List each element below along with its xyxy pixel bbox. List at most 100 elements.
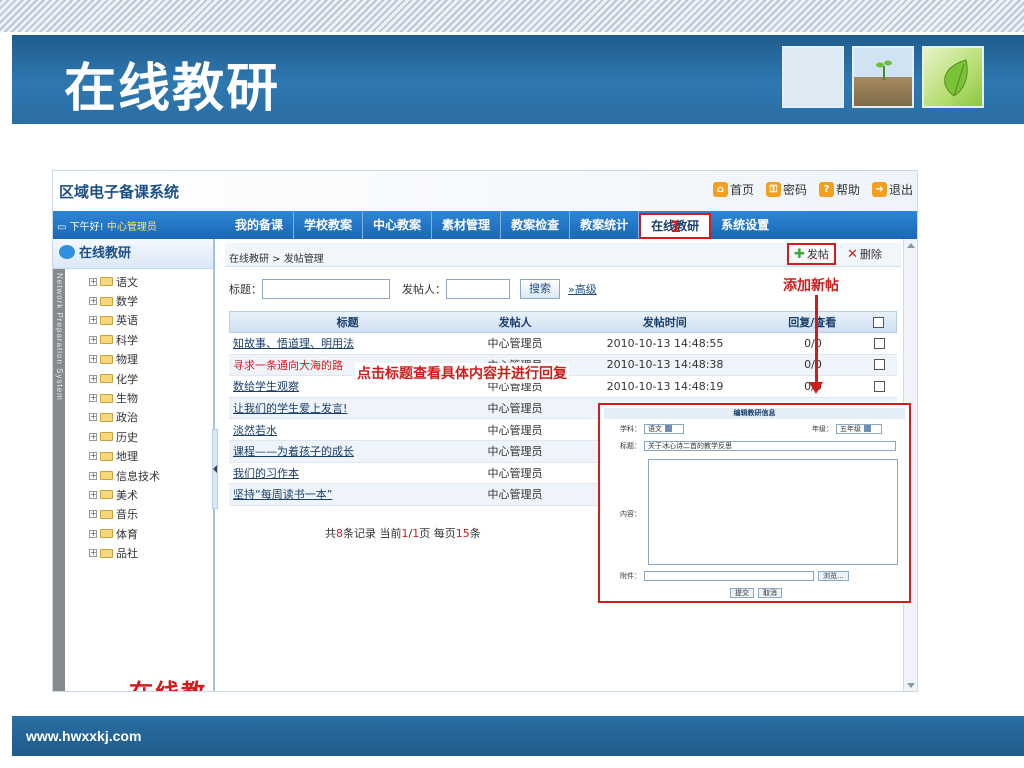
header-time: 发帖时间 xyxy=(642,316,687,329)
title-search-input[interactable] xyxy=(262,279,390,299)
scroll-up-icon[interactable] xyxy=(907,243,915,248)
menu-item-center-plans[interactable]: 中心教案 xyxy=(363,211,433,239)
slide-title-bar: 在线教研 xyxy=(12,32,1024,124)
tree-item-subject[interactable]: + 信息技术 xyxy=(89,466,160,485)
row-checkbox[interactable] xyxy=(873,380,885,392)
slide-footer: www.hwxxkj.com xyxy=(12,716,1024,756)
expand-icon: + xyxy=(89,451,97,461)
popup-browse-button[interactable]: 浏览... xyxy=(818,571,849,581)
header-hatch-band xyxy=(0,0,1024,32)
popup-submit-button[interactable]: 提交 xyxy=(730,588,754,598)
row-checkbox[interactable] xyxy=(873,359,885,371)
expand-icon: + xyxy=(89,470,97,480)
delete-button[interactable]: ✕ 删除 xyxy=(843,245,886,263)
help-link[interactable]: ? 帮助 xyxy=(818,181,860,198)
scroll-down-icon[interactable] xyxy=(907,683,915,688)
row-checkbox[interactable] xyxy=(873,337,885,349)
tree-item-subject[interactable]: + 数学 xyxy=(89,291,160,310)
exit-link-label: 退出 xyxy=(888,183,913,197)
subject-label: 音乐 xyxy=(116,508,138,522)
popup-title-label: 标题： xyxy=(620,442,641,450)
menu-item-plan-stats[interactable]: 教案统计 xyxy=(570,211,640,239)
post-button[interactable]: ✚ 发帖 xyxy=(787,243,836,265)
key-icon: ⚿ xyxy=(765,182,781,197)
search-button[interactable]: 搜索 xyxy=(520,279,560,299)
folder-icon xyxy=(100,509,113,519)
post-reply-count: 0/0 xyxy=(804,358,822,372)
popup-attach-row: 附件： 浏览... xyxy=(604,571,849,581)
subject-label: 信息技术 xyxy=(116,469,160,483)
tree-item-subject[interactable]: + 历史 xyxy=(89,427,160,446)
menu-item-school-plans[interactable]: 学校教案 xyxy=(294,211,364,239)
dropdown-arrow-icon xyxy=(864,425,871,432)
post-poster: 中心管理员 xyxy=(487,423,543,437)
exit-link[interactable]: ➜ 退出 xyxy=(871,181,913,198)
popup-content-textarea[interactable] xyxy=(648,459,898,565)
tree-item-subject[interactable]: + 语文 xyxy=(89,272,160,291)
poster-search-input[interactable] xyxy=(446,279,510,299)
popup-attach-input[interactable] xyxy=(644,571,814,581)
pager-per-page: 15 xyxy=(455,527,470,540)
tree-item-subject[interactable]: + 生物 xyxy=(89,388,160,407)
post-poster: 中心管理员 xyxy=(487,402,543,416)
post-title-link[interactable]: 知故事、悟道理、明用法 xyxy=(233,335,354,351)
menu-item-my-lessons[interactable]: 我的备课 xyxy=(225,211,295,239)
popup-title-input[interactable]: 关于冰心诗二首的教学反思 xyxy=(644,441,896,451)
tree-item-subject[interactable]: + 体育 xyxy=(89,524,160,543)
home-link-label: 首页 xyxy=(729,183,754,197)
expand-icon: + xyxy=(89,315,97,325)
popup-content-label: 内容： xyxy=(620,510,641,518)
expand-icon: + xyxy=(89,528,97,538)
tree-item-subject[interactable]: + 美术 xyxy=(89,485,160,504)
post-title-link[interactable]: 寻求一条通向大海的路 xyxy=(233,357,343,373)
tree-item-subject[interactable]: + 音乐 xyxy=(89,505,160,524)
add-icon: ✚ xyxy=(794,246,805,262)
menu-item-materials[interactable]: 素材管理 xyxy=(432,211,502,239)
tree-item-subject[interactable]: + 品社 xyxy=(89,543,160,562)
post-title-link[interactable]: 坚持“每周读书一本” xyxy=(233,486,332,502)
tree-item-subject[interactable]: + 化学 xyxy=(89,369,160,388)
menu-item-settings[interactable]: 系统设置 xyxy=(711,211,779,239)
post-title-link[interactable]: 让我们的学生爱上发言! xyxy=(233,400,347,416)
header-title: 标题 xyxy=(336,316,359,329)
password-link[interactable]: ⚿ 密码 xyxy=(765,181,807,198)
sidebar-title: 在线教研 xyxy=(79,246,132,261)
post-poster: 中心管理员 xyxy=(487,445,543,459)
popup-grade-select[interactable]: 五年级 xyxy=(836,424,882,434)
popup-cancel-button[interactable]: 取消 xyxy=(758,588,782,598)
delete-button-label: 删除 xyxy=(859,248,882,261)
popup-subject-value: 语文 xyxy=(648,425,662,433)
double-chevron-down-icon: » xyxy=(568,283,575,296)
post-title-link[interactable]: 数给学生观察 xyxy=(233,378,299,394)
advanced-search-link[interactable]: »高级 xyxy=(568,281,597,297)
app-top-bar: 区域电子备课系统 ⌂ 首页 ⚿ 密码 ? 帮助 ➜ 退出 xyxy=(53,171,917,211)
header-select-all[interactable] xyxy=(860,312,896,332)
tree-item-subject[interactable]: + 物理 xyxy=(89,350,160,369)
folder-icon xyxy=(100,393,113,403)
poster-search-label: 发帖人： xyxy=(402,283,446,296)
tree-item-subject[interactable]: + 政治 xyxy=(89,408,160,427)
post-poster: 中心管理员 xyxy=(487,337,543,351)
popup-attach-label: 附件： xyxy=(620,572,641,580)
post-button-label: 发帖 xyxy=(806,248,829,261)
subject-label: 体育 xyxy=(116,527,138,541)
app-screenshot: 区域电子备课系统 ⌂ 首页 ⚿ 密码 ? 帮助 ➜ 退出 ▭ 下午好! 中心管理… xyxy=(52,170,918,692)
expand-icon: + xyxy=(89,548,97,558)
expand-icon: + xyxy=(89,373,97,383)
tree-item-subject[interactable]: + 地理 xyxy=(89,447,160,466)
tree-item-subject[interactable]: + 英语 xyxy=(89,311,160,330)
home-link[interactable]: ⌂ 首页 xyxy=(712,181,754,198)
subject-label: 化学 xyxy=(116,372,138,386)
title-bar-highlight xyxy=(12,32,1024,35)
popup-content-row: 内容： xyxy=(604,509,644,519)
menu-item-plan-check[interactable]: 教案检查 xyxy=(501,211,571,239)
post-title-link[interactable]: 淡然若水 xyxy=(233,422,277,438)
post-title-link[interactable]: 课程——为着孩子的成长 xyxy=(233,443,354,459)
folder-icon xyxy=(100,412,113,422)
annotation-add-post: 添加新帖 xyxy=(783,278,839,294)
select-all-checkbox[interactable] xyxy=(872,316,884,328)
tree-item-subject[interactable]: + 科学 xyxy=(89,330,160,349)
folder-icon xyxy=(100,471,113,481)
post-title-link[interactable]: 我们的习作本 xyxy=(233,465,299,481)
popup-subject-select[interactable]: 语文 xyxy=(644,424,684,434)
